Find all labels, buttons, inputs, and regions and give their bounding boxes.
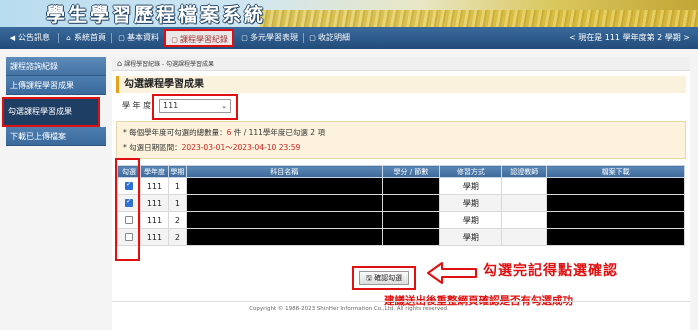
cell-teacher [501, 228, 548, 246]
nav-label: 公告訊息 [18, 33, 50, 42]
col-header: 科目名稱 [185, 165, 383, 178]
year-label: 學 年 度 [122, 101, 152, 110]
breadcrumb: ⌂ 課程學習紀錄 - 勾選課程學習成果 [112, 57, 690, 71]
sidebar: 課程諮詢紀錄 上傳課程學習成果 勾選課程學習成果 下載已上傳檔案 [2, 57, 106, 146]
nav-divider [303, 33, 304, 43]
quota-suffix: 件 / 111學年度已勾選 2 項 [231, 128, 325, 137]
cell-teacher [501, 194, 548, 212]
footer-copyright: Copyright © 1988-2023 ShinHer Informatio… [249, 306, 449, 312]
highlight-box [115, 158, 140, 261]
divider [112, 301, 690, 302]
table-row: 111 2 學期 [117, 211, 685, 229]
cell-credits [381, 228, 441, 246]
cell-term: 2 [167, 211, 187, 229]
doc-icon: ▢ [309, 34, 316, 42]
cell-year: 111 [139, 194, 169, 212]
cell-term: 1 [167, 194, 187, 212]
save-icon: 🖫 [365, 274, 372, 282]
nav-announcements[interactable]: ◀ 公告訊息 [8, 31, 50, 45]
cell-teacher [501, 177, 548, 195]
sidebar-item-select-results[interactable]: 勾選課程學習成果 [2, 97, 100, 127]
quota-prefix: * 每個學年度可勾選的總數量： [123, 128, 227, 137]
cell-subject [185, 194, 383, 212]
col-header: 學分 / 節數 [381, 165, 441, 178]
confirm-label: 確認勾選 [374, 274, 403, 282]
nav-divider [58, 33, 59, 43]
announce-icon: ◀ [9, 34, 16, 42]
cell-credits [381, 177, 441, 195]
sidebar-item-upload-results[interactable]: 上傳課程學習成果 [6, 76, 106, 95]
top-nav: ◀ 公告訊息 ⌂ 系統首頁 ▢ 基本資料 ▢ 課程學習紀錄 ▢ 多元學習表現 ▢ 收訖明細 … [0, 27, 698, 49]
table-row: 1111 學期 [117, 177, 685, 195]
nav-label: 系統首頁 [74, 33, 106, 42]
cell-mode: 學期 [439, 177, 503, 195]
col-header: 學年度 [139, 165, 169, 178]
cell-file [546, 211, 685, 229]
cell-file [546, 177, 685, 195]
cell-year: 111 [139, 228, 169, 246]
year-value: 111 [163, 101, 179, 110]
confirm-select-button[interactable]: 🖫 確認勾選 [359, 271, 409, 285]
table-row: 111 2 學期 [117, 228, 685, 246]
breadcrumb-text: 課程學習紀錄 - 勾選課程學習成果 [124, 61, 215, 68]
nav-diverse-performance[interactable]: ▢ 多元學習表現 [240, 31, 298, 45]
highlight-box: 🖫 確認勾選 [352, 266, 416, 290]
table-header: 勾選 學年度 學期 科目名稱 學分 / 節數 修習方式 認證教師 檔案下載 [117, 165, 685, 178]
nav-divider [111, 33, 112, 43]
cell-teacher [501, 211, 548, 229]
cell-mode: 學期 [439, 228, 503, 246]
nav-receipts[interactable]: ▢ 收訖明細 [308, 31, 350, 45]
nav-label: 基本資料 [127, 33, 159, 42]
cell-year: 111 [139, 211, 169, 229]
date-range: 2023-03-01～2023-04-10 23:59 [181, 143, 301, 152]
annotation-main: 勾選完記得點選確認 [483, 263, 618, 279]
left-arrow-icon [427, 262, 477, 284]
cell-credits [381, 211, 441, 229]
doc-icon: ▢ [241, 34, 248, 42]
cell-year: 111 [139, 177, 169, 195]
cell-mode: 學期 [439, 211, 503, 229]
cell-term: 1 [167, 177, 187, 195]
cell-credits [381, 194, 441, 212]
nav-basic-info[interactable]: ▢ 基本資料 [117, 31, 159, 45]
nav-label: 課程學習紀錄 [180, 35, 228, 44]
page-title: 勾選課程學習成果 [116, 76, 686, 93]
doc-icon: ▢ [118, 34, 125, 42]
cell-mode: 學期 [439, 194, 503, 212]
col-header: 修習方式 [439, 165, 503, 178]
cell-subject [185, 211, 383, 229]
doc-icon: ▢ [171, 36, 178, 44]
table-row: 1111 學期 [117, 194, 685, 212]
cell-subject [185, 177, 383, 195]
date-prefix: * 勾選日期區間： [123, 143, 182, 152]
home-icon[interactable]: ⌂ [117, 59, 122, 68]
course-table: 勾選 學年度 學期 科目名稱 學分 / 節數 修習方式 認證教師 檔案下載 11… [117, 165, 685, 246]
cell-subject [185, 228, 383, 246]
chevron-down-icon: ⌄ [221, 102, 227, 110]
quota-line: * 每個學年度可勾選的總數量：6 件 / 111學年度已勾選 2 項 [123, 125, 679, 140]
current-term-status: < 現在是 111 學年度第 2 學期 > [568, 33, 690, 42]
app-title: 學生學習歷程檔案系統 [46, 4, 267, 26]
year-row: 學 年 度 111 ⌄ [122, 94, 238, 120]
home-icon: ⌂ [66, 34, 71, 42]
nav-home[interactable]: ⌂ 系統首頁 [64, 31, 106, 45]
cell-term: 2 [167, 228, 187, 246]
nav-course-records[interactable]: ▢ 課程學習紀錄 [164, 29, 234, 47]
year-select[interactable]: 111 ⌄ [159, 99, 231, 113]
col-header: 認證教師 [501, 165, 548, 178]
col-header: 檔案下載 [546, 165, 685, 178]
cell-file [546, 194, 685, 212]
nav-label: 多元學習表現 [250, 33, 298, 42]
nav-label: 收訖明細 [318, 33, 350, 42]
cell-file [546, 228, 685, 246]
notice-box: * 每個學年度可勾選的總數量：6 件 / 111學年度已勾選 2 項 * 勾選日… [116, 121, 686, 159]
header-banner: 學生學習歷程檔案系統 [0, 0, 698, 27]
sidebar-item-download-files[interactable]: 下載已上傳檔案 [6, 127, 106, 146]
sidebar-item-course-consult[interactable]: 課程諮詢紀錄 [6, 57, 106, 76]
date-range-line: * 勾選日期區間：2023-03-01～2023-04-10 23:59 [123, 140, 679, 155]
banner-field-image [260, 10, 698, 27]
col-header: 學期 [167, 165, 187, 178]
